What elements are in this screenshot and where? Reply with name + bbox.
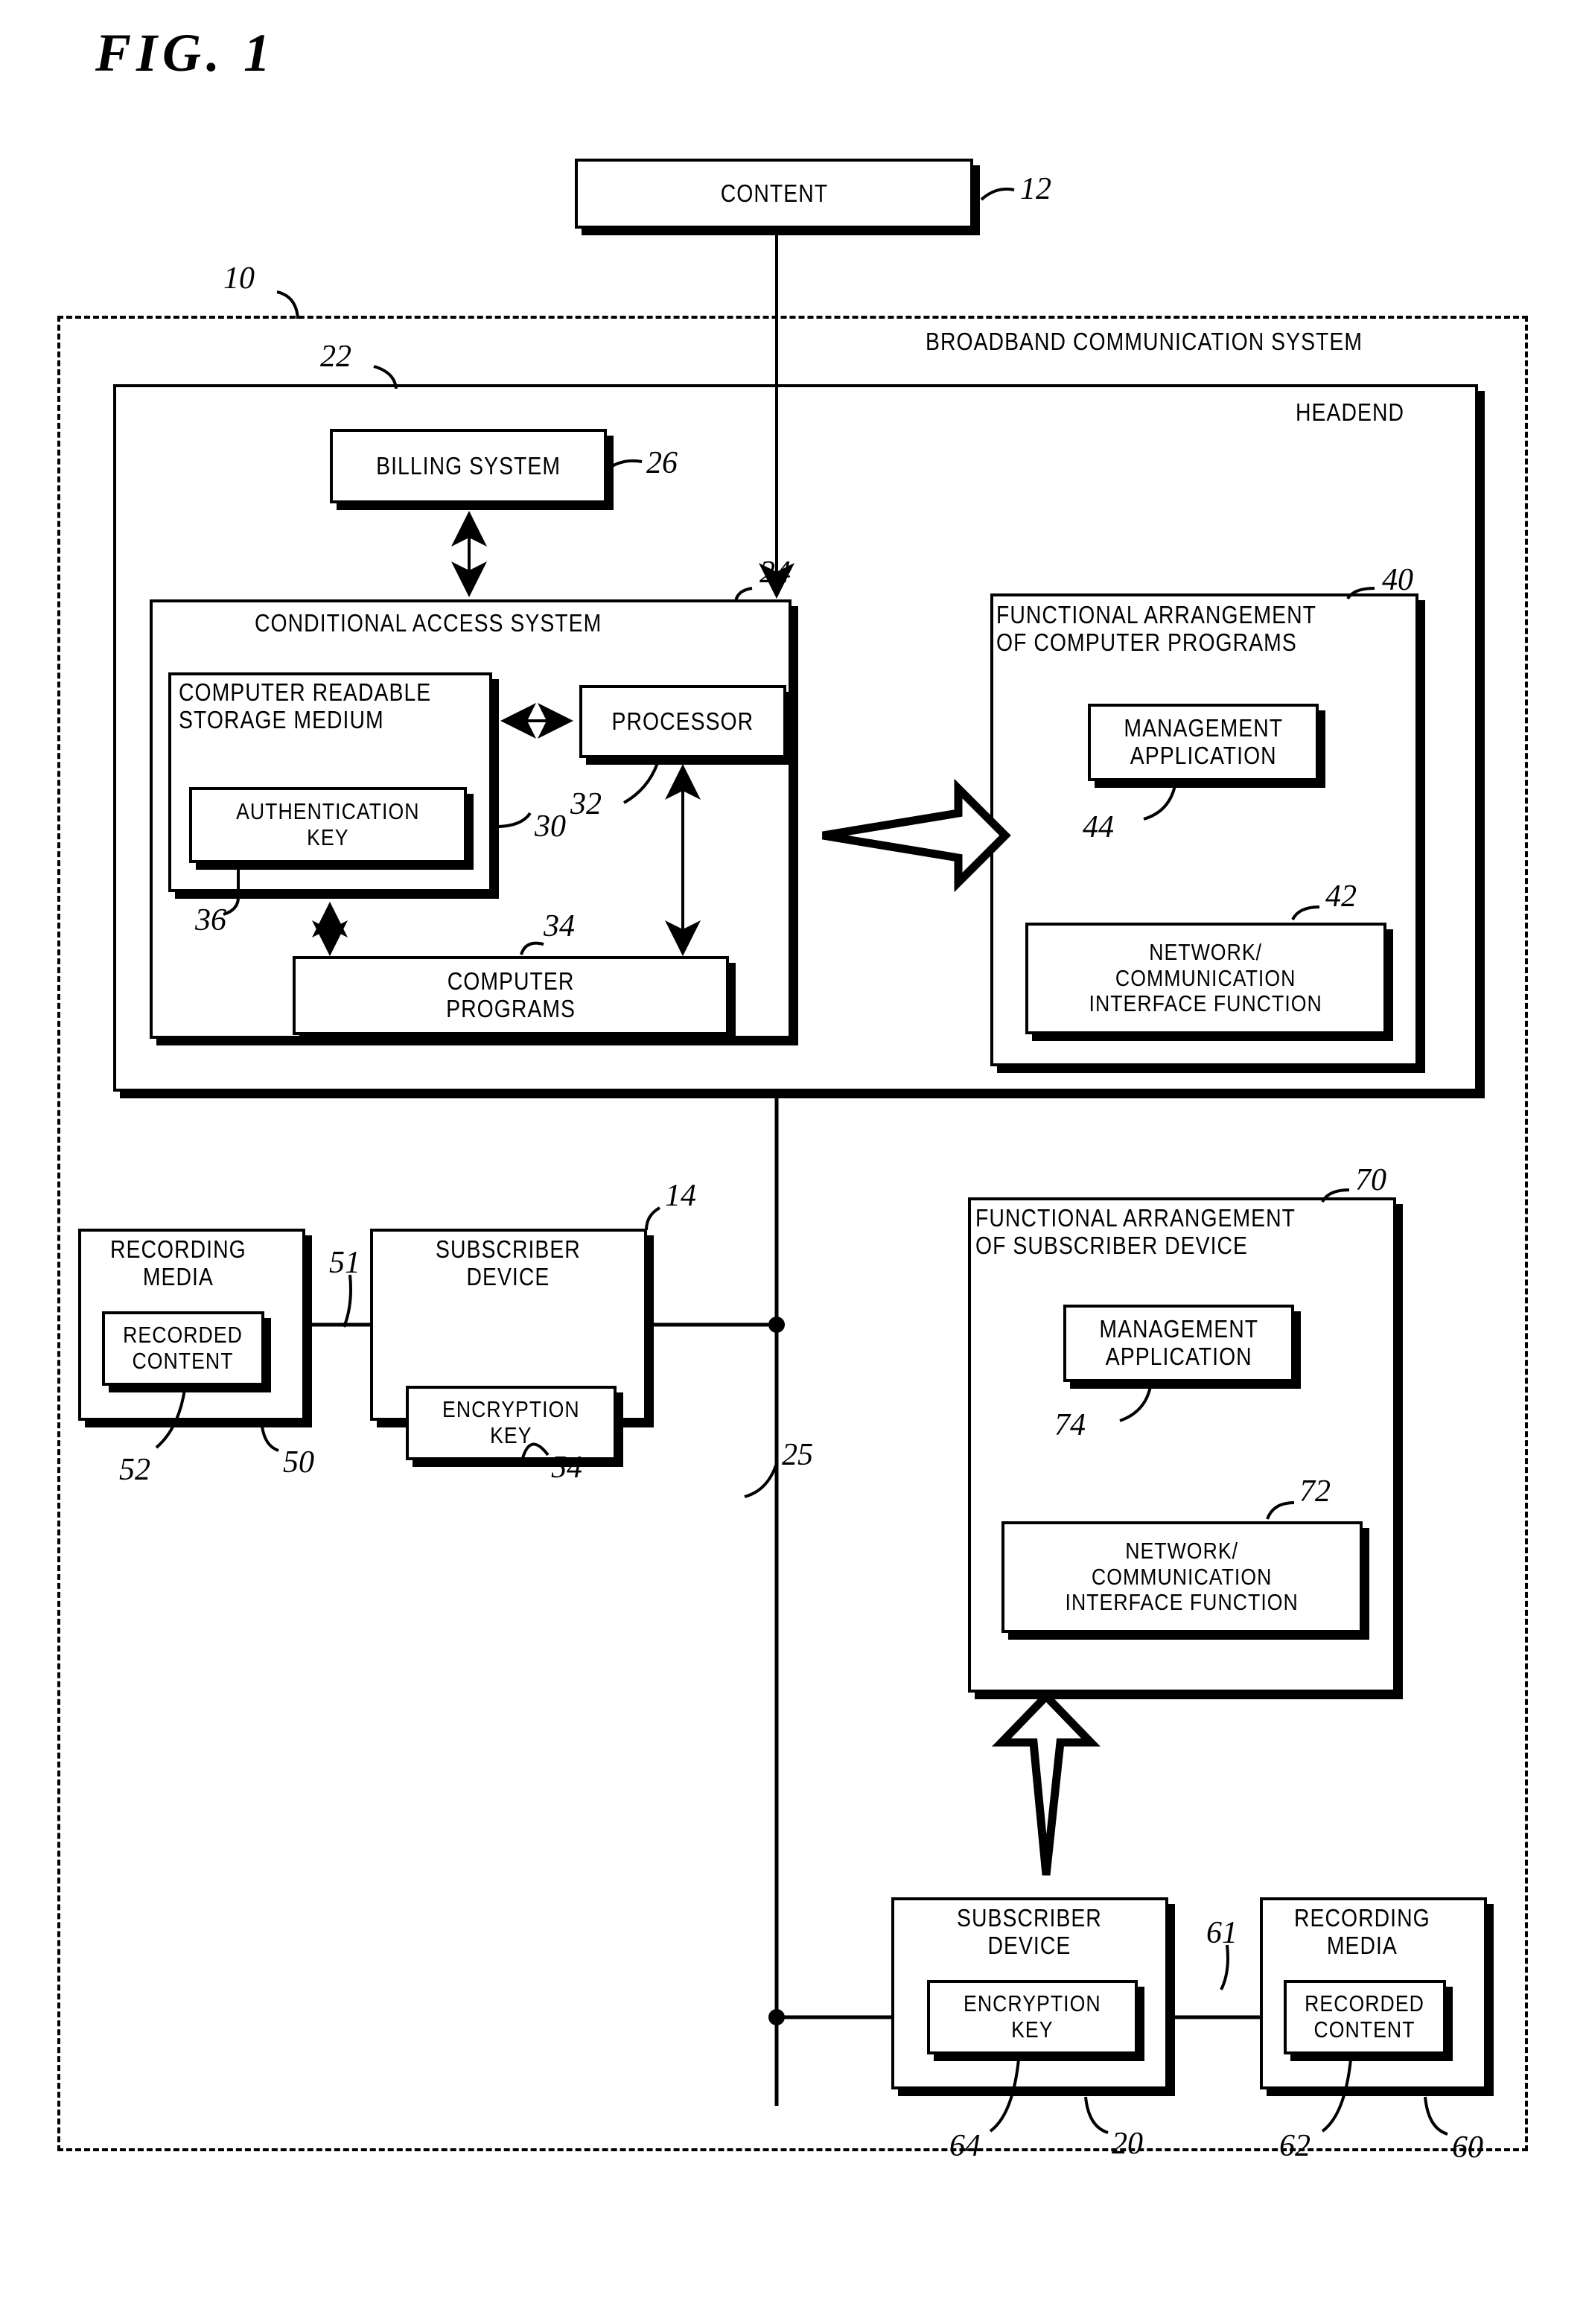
functional-arrangement-subscriber-label: FUNCTIONAL ARRANGEMENT OF SUBSCRIBER DEV… — [975, 1204, 1296, 1259]
encryption-key-left-label: ENCRYPTION KEY — [442, 1396, 580, 1448]
computer-readable-storage-medium-label: COMPUTER READABLE STORAGE MEDIUM — [179, 678, 432, 733]
ref-numeral-50: 50 — [283, 1445, 314, 1480]
figure-title: FIG. 1 — [95, 23, 276, 83]
processor-box: PROCESSOR — [579, 685, 786, 758]
ref-numeral-10: 10 — [223, 261, 255, 296]
ref-numeral-30: 30 — [535, 809, 566, 844]
ref-numeral-36: 36 — [195, 903, 226, 937]
ref-numeral-62: 62 — [1279, 2129, 1310, 2163]
network-interface-subscriber-label: NETWORK/ COMMUNICATION INTERFACE FUNCTIO… — [1065, 1537, 1299, 1616]
ref-numeral-26: 26 — [646, 446, 678, 480]
processor-label: PROCESSOR — [611, 707, 754, 735]
billing-system-box: BILLING SYSTEM — [330, 429, 607, 503]
management-application-headend-box: MANAGEMENT APPLICATION — [1088, 704, 1319, 781]
ref-numeral-61: 61 — [1206, 1916, 1238, 1950]
encryption-key-left-box: ENCRYPTION KEY — [406, 1386, 617, 1460]
ref-numeral-72: 72 — [1299, 1474, 1331, 1509]
ref-numeral-64: 64 — [949, 2129, 981, 2163]
broadband-communication-system-label: BROADBAND COMMUNICATION SYSTEM — [926, 328, 1363, 355]
network-interface-headend-label: NETWORK/ COMMUNICATION INTERFACE FUNCTIO… — [1089, 938, 1323, 1017]
content-box: CONTENT — [575, 159, 973, 229]
authentication-key-box: AUTHENTICATION KEY — [189, 787, 467, 863]
recorded-content-bottom-box: RECORDED CONTENT — [1284, 1980, 1446, 2054]
ref-numeral-60: 60 — [1452, 2130, 1483, 2165]
ref-numeral-70: 70 — [1355, 1163, 1386, 1197]
management-application-subscriber-box: MANAGEMENT APPLICATION — [1063, 1305, 1294, 1382]
network-interface-subscriber-box: NETWORK/ COMMUNICATION INTERFACE FUNCTIO… — [1001, 1521, 1363, 1633]
ref-numeral-32: 32 — [570, 787, 602, 821]
ref-numeral-51: 51 — [329, 1246, 360, 1280]
conditional-access-system-label: CONDITIONAL ACCESS SYSTEM — [255, 609, 602, 637]
recorded-content-left-box: RECORDED CONTENT — [102, 1311, 264, 1386]
ref-numeral-25: 25 — [782, 1438, 813, 1472]
recording-media-left-label: RECORDING MEDIA — [110, 1235, 246, 1290]
ref-numeral-34: 34 — [544, 909, 575, 943]
ref-numeral-54: 54 — [551, 1451, 582, 1485]
subscriber-device-left-label: SUBSCRIBER DEVICE — [436, 1235, 581, 1290]
recording-media-bottom-label: RECORDING MEDIA — [1294, 1904, 1430, 1959]
network-interface-headend-box: NETWORK/ COMMUNICATION INTERFACE FUNCTIO… — [1025, 923, 1386, 1034]
billing-system-label: BILLING SYSTEM — [376, 451, 561, 480]
ref-numeral-42: 42 — [1325, 879, 1357, 914]
recorded-content-left-label: RECORDED CONTENT — [123, 1322, 243, 1374]
headend-label: HEADEND — [1296, 398, 1404, 426]
computer-programs-box: COMPUTER PROGRAMS — [293, 956, 729, 1035]
ref-numeral-74: 74 — [1054, 1408, 1086, 1442]
recorded-content-bottom-label: RECORDED CONTENT — [1305, 1990, 1425, 2043]
encryption-key-bottom-box: ENCRYPTION KEY — [927, 1980, 1138, 2054]
ref-numeral-52: 52 — [119, 1453, 150, 1487]
subscriber-device-bottom-label: SUBSCRIBER DEVICE — [957, 1904, 1102, 1959]
ref-numeral-40: 40 — [1382, 563, 1413, 597]
content-box-label: CONTENT — [720, 179, 828, 207]
patent-figure-page: FIG. 1 CONTENT 12 BROADBAND COMMUNICATIO… — [0, 0, 1586, 2324]
ref-numeral-12: 12 — [1020, 172, 1051, 206]
authentication-key-label: AUTHENTICATION KEY — [236, 798, 420, 850]
ref-numeral-44: 44 — [1083, 810, 1114, 844]
management-application-subscriber-label: MANAGEMENT APPLICATION — [1099, 1315, 1258, 1370]
functional-arrangement-programs-label: FUNCTIONAL ARRANGEMENT OF COMPUTER PROGR… — [996, 601, 1317, 656]
ref-numeral-14: 14 — [665, 1179, 696, 1213]
encryption-key-bottom-label: ENCRYPTION KEY — [964, 1990, 1101, 2043]
management-application-headend-label: MANAGEMENT APPLICATION — [1124, 714, 1283, 769]
computer-programs-label: COMPUTER PROGRAMS — [446, 967, 576, 1022]
ref-numeral-24: 24 — [759, 555, 791, 590]
ref-numeral-22: 22 — [320, 340, 351, 374]
ref-numeral-20: 20 — [1112, 2127, 1143, 2161]
